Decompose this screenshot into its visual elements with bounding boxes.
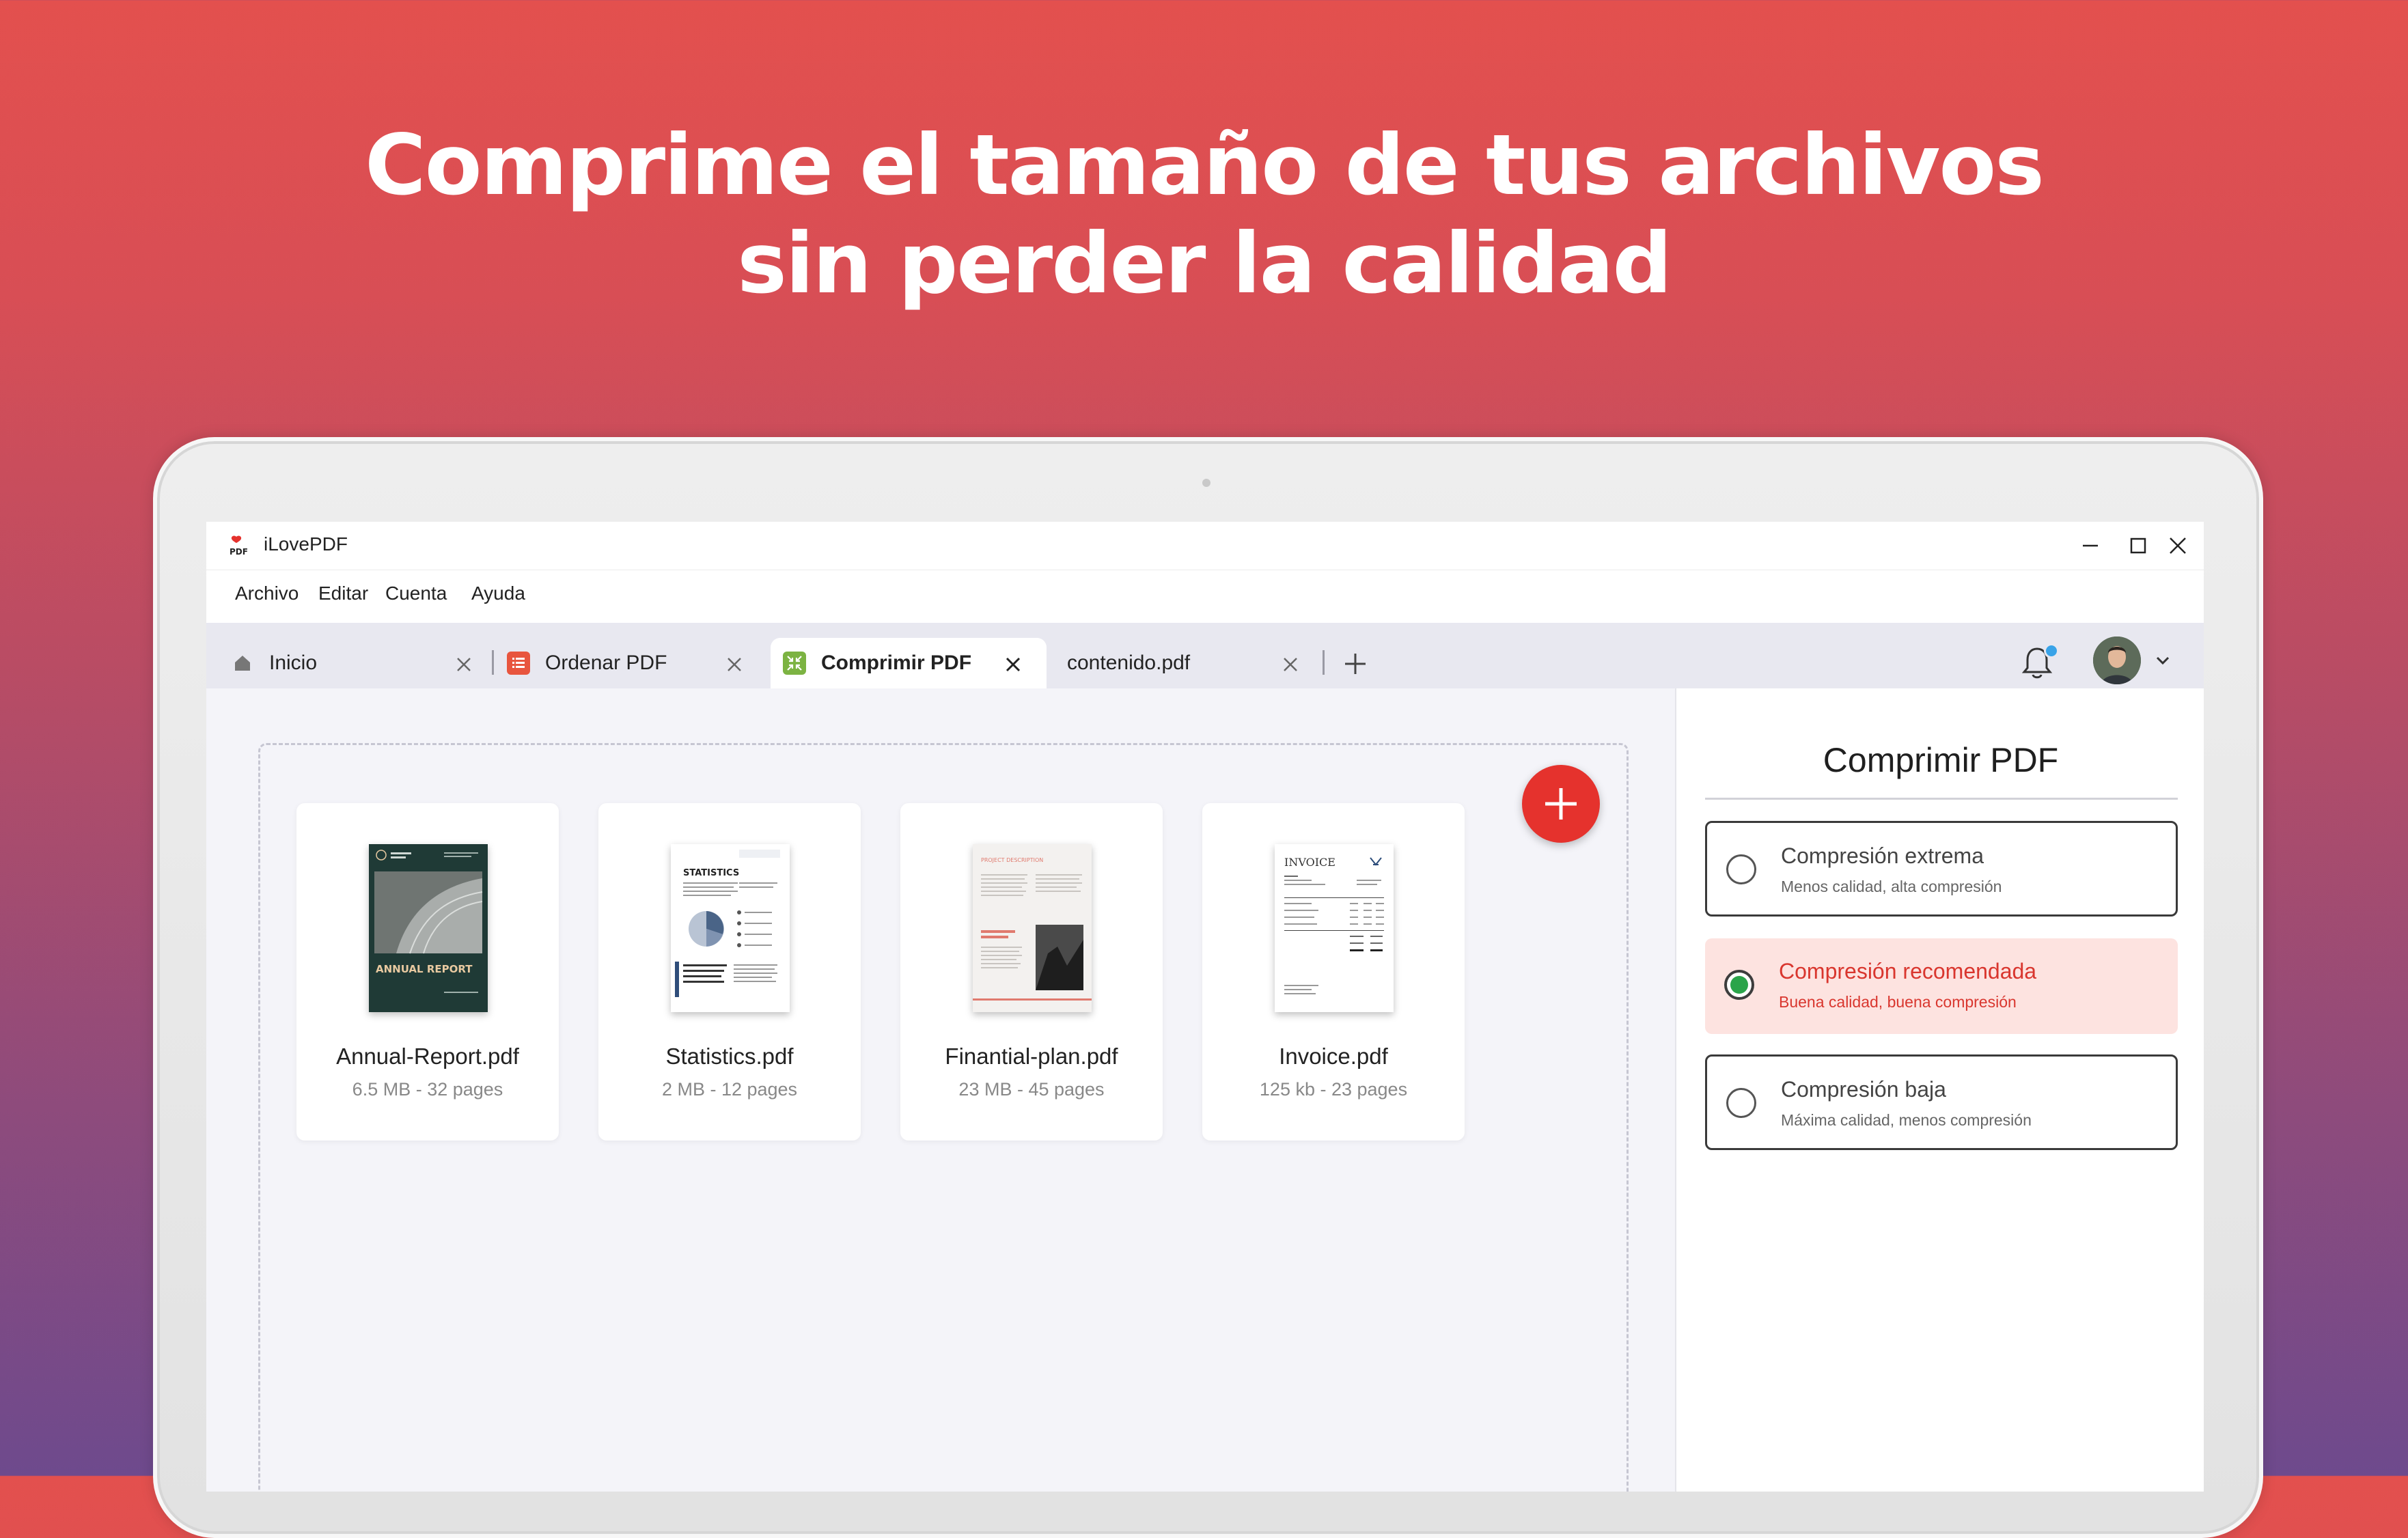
option-compresion-recomendada[interactable]: Compresión recomendada Buena calidad, bu… <box>1705 938 2178 1034</box>
ilovepdf-logo-icon: PDF <box>230 535 248 557</box>
menu-cuenta[interactable]: Cuenta <box>385 583 447 604</box>
headline: Comprime el tamaño de tus archivos sin p… <box>0 116 2408 313</box>
option-title: Compresión extrema <box>1781 843 1984 868</box>
file-name: Annual-Report.pdf <box>336 1044 519 1069</box>
home-icon <box>231 652 254 675</box>
tab-label: contenido.pdf <box>1067 652 1191 674</box>
new-tab-plus-icon[interactable] <box>1343 652 1368 676</box>
file-meta: 2 MB - 12 pages <box>661 1079 798 1100</box>
title-bar: PDF iLovePDF <box>206 522 2204 570</box>
logo-text: PDF <box>230 547 248 557</box>
tab-bar: Inicio Ordenar PDF Comprimir PDF conteni… <box>206 623 2204 688</box>
tab-separator <box>1323 650 1325 675</box>
pdf-thumbnail: STATISTICS <box>671 844 790 1012</box>
close-tab-icon[interactable] <box>1004 656 1022 673</box>
tab-label: Ordenar PDF <box>545 652 667 674</box>
file-meta: 6.5 MB - 32 pages <box>352 1079 503 1100</box>
app-window: PDF iLovePDF Archivo Editar Cuenta Ayuda… <box>206 522 2204 1492</box>
close-tab-icon[interactable] <box>725 656 743 673</box>
panel-title: Comprimir PDF <box>1823 741 2059 779</box>
file-card[interactable]: STATISTICS Statistics.pdf 2 MB - 12 page <box>598 803 861 1141</box>
tab-separator <box>492 650 494 675</box>
close-tab-icon[interactable] <box>455 656 473 673</box>
radio-button[interactable] <box>1726 854 1756 884</box>
thumb-title: ANNUAL REPORT <box>376 963 473 975</box>
menu-bar: Archivo Editar Cuenta Ayuda <box>206 570 2204 614</box>
pdf-thumbnail: PROJECT DESCRIPTION <box>973 844 1092 1012</box>
tab-comprimir-pdf[interactable]: Comprimir PDF <box>771 638 1047 688</box>
minimize-button[interactable] <box>2070 530 2111 561</box>
menu-ayuda[interactable]: Ayuda <box>471 583 525 604</box>
tab-label: Comprimir PDF <box>821 652 972 674</box>
file-meta: 125 kb - 23 pages <box>1259 1079 1408 1100</box>
pdf-thumbnail: ANNUAL REPORT <box>369 844 488 1012</box>
chevron-down-icon[interactable] <box>2155 654 2171 667</box>
organize-pdf-icon <box>507 652 530 675</box>
user-avatar-icon <box>2093 637 2141 684</box>
pdf-thumbnail: INVOICE <box>1275 844 1394 1012</box>
add-file-button[interactable] <box>1522 765 1600 843</box>
workspace: ANNUAL REPORT Annual-Report.pdf 6.5 MB -… <box>206 688 1675 1492</box>
compress-options-panel: Comprimir PDF Compresión extrema Menos c… <box>1675 688 2204 1492</box>
file-card[interactable]: PROJECT DESCRIPTION Finantial-plan.pdf 2… <box>900 803 1163 1141</box>
option-compresion-extrema[interactable]: Compresión extrema Menos calidad, alta c… <box>1705 821 2178 917</box>
headline-line-1: Comprime el tamaño de tus archivos <box>365 117 2045 214</box>
thumb-title: INVOICE <box>1284 856 1336 869</box>
file-name: Invoice.pdf <box>1279 1044 1388 1069</box>
option-subtitle: Máxima calidad, menos compresión <box>1781 1111 2032 1129</box>
file-name: Statistics.pdf <box>665 1044 794 1069</box>
thumb-title: STATISTICS <box>683 868 739 878</box>
radio-button-selected[interactable] <box>1724 970 1754 1000</box>
panel-divider <box>1705 798 2178 800</box>
file-name: Finantial-plan.pdf <box>945 1044 1118 1069</box>
thumb-title: PROJECT DESCRIPTION <box>981 857 1043 863</box>
tab-inicio[interactable]: Inicio <box>231 638 477 688</box>
option-compresion-baja[interactable]: Compresión baja Máxima calidad, menos co… <box>1705 1054 2178 1150</box>
tab-label: Inicio <box>269 652 318 674</box>
close-icon <box>2170 537 2186 554</box>
radio-button[interactable] <box>1726 1088 1756 1118</box>
menu-editar[interactable]: Editar <box>318 583 368 604</box>
option-title: Compresión recomendada <box>1779 959 2037 983</box>
close-window-button[interactable] <box>2157 530 2198 561</box>
file-meta: 23 MB - 45 pages <box>958 1079 1105 1100</box>
file-card[interactable]: ANNUAL REPORT Annual-Report.pdf 6.5 MB -… <box>296 803 559 1141</box>
minimize-icon <box>2083 544 2098 547</box>
menu-archivo[interactable]: Archivo <box>235 583 299 604</box>
tab-ordenar-pdf[interactable]: Ordenar PDF <box>507 638 760 688</box>
avatar[interactable] <box>2093 637 2141 684</box>
file-card[interactable]: INVOICE Invoice.pdf 125 kb - 23 pages <box>1202 803 1465 1141</box>
headline-line-2: sin perder la calidad <box>737 215 1672 312</box>
notification-dot <box>2044 643 2059 658</box>
close-tab-icon[interactable] <box>1282 656 1299 673</box>
maximize-icon <box>2130 537 2146 554</box>
tab-contenido-pdf[interactable]: contenido.pdf <box>1067 638 1313 688</box>
maximize-button[interactable] <box>2118 530 2159 561</box>
option-subtitle: Buena calidad, buena compresión <box>1779 993 2017 1011</box>
compress-pdf-icon <box>783 652 806 675</box>
option-subtitle: Menos calidad, alta compresión <box>1781 878 2002 895</box>
option-title: Compresión baja <box>1781 1077 1946 1102</box>
app-title: iLovePDF <box>264 533 348 555</box>
camera-dot <box>1202 479 1210 487</box>
plus-icon <box>1545 788 1577 820</box>
